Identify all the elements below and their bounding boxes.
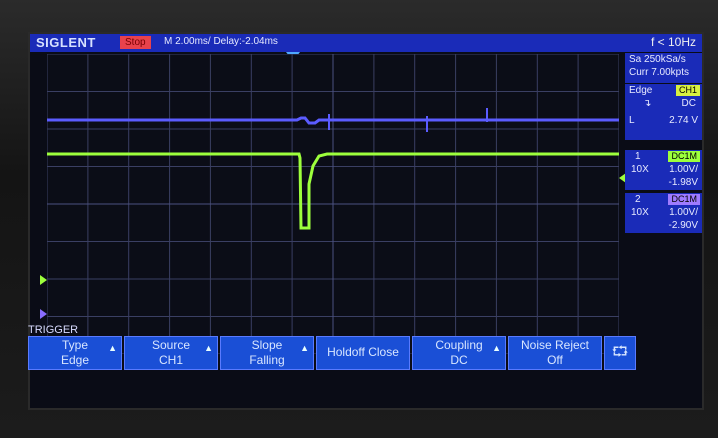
channel1-probe: 10X	[631, 164, 649, 175]
noise-reject-label: Noise Reject	[520, 338, 590, 352]
slope-button[interactable]: Slope Falling ▲	[220, 336, 314, 370]
trigger-info-box: Edge CH1 ↴ DC L 2.74 V	[625, 84, 702, 140]
arrow-icon: ▲	[300, 343, 309, 353]
usb-icon: ⮔	[611, 343, 629, 359]
coupling-value: DC	[450, 353, 468, 367]
channel1-info-box[interactable]: 1 DC1M 10X 1.00V/ -1.98V	[625, 150, 702, 190]
sample-rate: Sa 250kSa/s	[629, 54, 686, 65]
noise-reject-value: Off	[547, 353, 563, 367]
arrow-icon: ▲	[492, 343, 501, 353]
noise-reject-button[interactable]: Noise Reject Off	[508, 336, 602, 370]
channel1-index: 1	[635, 151, 641, 162]
trigger-type: Edge	[629, 85, 653, 96]
coupling-button[interactable]: Coupling DC ▲	[412, 336, 506, 370]
arrow-icon: ▲	[204, 343, 213, 353]
channel1-ground-marker[interactable]	[40, 275, 47, 285]
channel2-offset: -2.90V	[668, 220, 698, 231]
source-button[interactable]: Source CH1 ▲	[124, 336, 218, 370]
channel1-scale: 1.00V/	[669, 164, 698, 175]
channel2-coupling-tag: DC1M	[668, 194, 700, 205]
channel2-info-box[interactable]: 2 DC1M 10X 1.00V/ -2.90V	[625, 193, 702, 233]
waveform-area[interactable]	[47, 54, 619, 354]
trigger-slope-icon: ↴	[643, 98, 652, 109]
waveform-svg	[47, 54, 619, 354]
trigger-level-value: 2.74 V	[669, 115, 698, 126]
trigger-level-label: L	[629, 115, 635, 126]
channel2-index: 2	[635, 194, 641, 205]
softkey-menu: Type Edge ▲ Source CH1 ▲ Slope Falling ▲…	[28, 336, 676, 370]
holdoff-label: Holdoff Close	[327, 345, 399, 359]
channel1-offset: -1.98V	[668, 177, 698, 188]
channel2-ground-marker[interactable]	[40, 309, 47, 319]
timebase-readout: M 2.00ms/ Delay:-2.04ms	[164, 36, 278, 47]
side-info-panel: Sa 250kSa/s Curr 7.00kpts Edge CH1 ↴ DC …	[625, 53, 702, 375]
frequency-readout: f < 10Hz	[650, 35, 696, 49]
type-value: Edge	[60, 353, 90, 367]
source-value: CH1	[158, 353, 183, 367]
type-button[interactable]: Type Edge ▲	[28, 336, 122, 370]
brand-logo: SIGLENT	[36, 35, 96, 50]
acquisition-box: Sa 250kSa/s Curr 7.00kpts	[625, 53, 702, 83]
channel1-coupling-tag: DC1M	[668, 151, 700, 162]
memory-depth: Curr 7.00kpts	[629, 67, 690, 78]
holdoff-button[interactable]: Holdoff Close	[316, 336, 410, 370]
top-status-bar: SIGLENT Stop M 2.00ms/ Delay:-2.04ms f <…	[30, 34, 702, 52]
menu-title: TRIGGER	[28, 324, 79, 336]
arrow-icon: ▲	[108, 343, 117, 353]
slope-value: Falling	[249, 353, 285, 367]
trigger-coupling: DC	[681, 98, 696, 109]
usb-button[interactable]: ⮔	[604, 336, 636, 370]
trigger-source-tag: CH1	[675, 85, 700, 96]
run-state-badge[interactable]: Stop	[120, 36, 151, 49]
center-axis	[47, 54, 619, 354]
channel2-probe: 10X	[631, 207, 649, 218]
channel2-scale: 1.00V/	[669, 207, 698, 218]
